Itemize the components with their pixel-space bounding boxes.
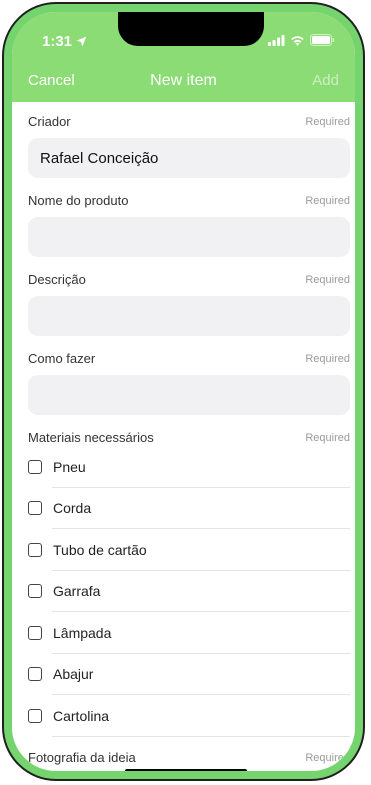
- material-label: Garrafa: [53, 583, 101, 600]
- page-title: New item: [150, 72, 217, 89]
- material-label: Pneu: [53, 458, 86, 475]
- screen: 1:31 Cancel New item Add Criador Require…: [12, 12, 355, 771]
- status-icons: [268, 34, 335, 46]
- location-arrow-icon: [76, 36, 87, 47]
- battery-icon: [310, 34, 335, 46]
- phone-frame: 1:31 Cancel New item Add Criador Require…: [2, 2, 365, 781]
- required-label: Required: [305, 432, 350, 444]
- checkbox[interactable]: [28, 501, 42, 516]
- divider: [52, 735, 350, 737]
- photo-label: Fotografia da ideia: [28, 750, 136, 765]
- nome-do-produto-input[interactable]: [28, 217, 350, 257]
- criador-value: Rafael Conceição: [40, 149, 159, 167]
- checkbox[interactable]: [28, 625, 42, 640]
- add-button[interactable]: Add: [312, 72, 339, 89]
- material-item-pneu[interactable]: Pneu: [28, 446, 350, 488]
- material-item-corda[interactable]: Corda: [28, 488, 350, 529]
- required-label: Required: [305, 353, 350, 365]
- material-item-lampada[interactable]: Lâmpada: [28, 612, 350, 654]
- checkbox[interactable]: [28, 459, 42, 474]
- como-fazer-input[interactable]: [28, 375, 350, 415]
- criador-input[interactable]: Rafael Conceição: [28, 138, 350, 178]
- material-label: Corda: [53, 500, 92, 517]
- material-item-cartolina[interactable]: Cartolina: [28, 695, 350, 737]
- materials-label: Materiais necessários: [28, 430, 154, 445]
- required-label: Required: [305, 116, 350, 128]
- wifi-icon: [291, 35, 304, 46]
- required-label: Required: [305, 195, 350, 207]
- material-label: Cartolina: [53, 707, 110, 724]
- notch: [118, 12, 264, 46]
- material-label: Lâmpada: [53, 624, 112, 641]
- home-indicator[interactable]: [125, 769, 247, 771]
- descricao-input[interactable]: [28, 296, 350, 336]
- material-item-abajur[interactable]: Abajur: [28, 654, 350, 695]
- checkbox[interactable]: [28, 584, 42, 599]
- checkbox[interactable]: [28, 542, 42, 557]
- field-label: Como fazer: [28, 351, 96, 366]
- material-label: Tubo de cartão: [53, 541, 147, 558]
- field-label: Nome do produto: [28, 193, 129, 208]
- field-label: Descrição: [28, 272, 86, 287]
- checkbox[interactable]: [28, 667, 42, 682]
- material-item-tubo-de-cartao[interactable]: Tubo de cartão: [28, 529, 350, 571]
- form-content: Criador Required Rafael Conceição Nome d…: [12, 102, 355, 771]
- materials-list: Pneu Corda Tubo de cartão Garrafa Lâmpad…: [28, 446, 350, 737]
- required-label: Required: [305, 752, 350, 764]
- material-label: Abajur: [53, 666, 94, 683]
- status-time-text: 1:31: [42, 33, 73, 50]
- field-label: Criador: [28, 114, 71, 129]
- checkbox[interactable]: [28, 708, 42, 723]
- cellular-signal-icon: [268, 34, 285, 46]
- material-item-garrafa[interactable]: Garrafa: [28, 571, 350, 612]
- status-time: 1:31: [42, 33, 87, 50]
- required-label: Required: [305, 274, 350, 286]
